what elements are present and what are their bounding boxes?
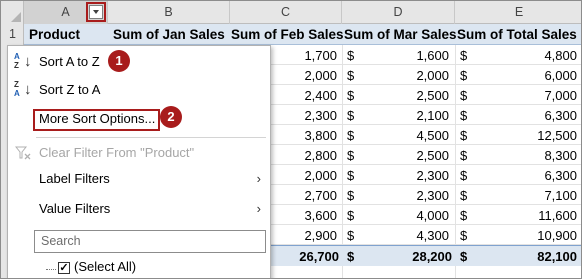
sort-ascending-icon: A Z ↓ (14, 52, 32, 70)
select-all-checkbox[interactable]: ✓ (58, 262, 70, 274)
total-sales-cell[interactable]: 8,300 (455, 145, 577, 166)
column-header-c[interactable]: C (230, 1, 342, 24)
sort-z-to-a-item[interactable]: Z A ↓ Sort Z to A (8, 77, 270, 103)
mar-sales-cell[interactable]: 1,600 (342, 45, 449, 66)
mar-total[interactable]: 28,200 (354, 246, 456, 267)
label-filters-label: Label Filters (39, 171, 110, 186)
total-sales-cell[interactable]: 11,600 (455, 205, 577, 226)
mar-sales-cell[interactable]: 4,000 (342, 205, 449, 226)
label-filters-item[interactable]: Label Filters › (8, 166, 270, 192)
total-sales-cell[interactable]: 12,500 (455, 125, 577, 146)
tree-connector (46, 269, 56, 270)
pivot-header-row: Product Sum of Jan Sales Sum of Feb Sale… (24, 24, 581, 45)
select-all-row[interactable]: ✓ (Select All) (34, 256, 266, 278)
select-all-label: (Select All) (74, 259, 137, 274)
mar-sales-cell[interactable]: 4,300 (342, 225, 449, 246)
step-badge-1: 1 (108, 50, 130, 72)
total-sales-header[interactable]: Sum of Total Sales (457, 24, 577, 45)
clear-filter-item: Clear Filter From "Product" (8, 140, 270, 166)
total-sales-cell[interactable]: 6,000 (455, 65, 577, 86)
feb-sales-header[interactable]: Sum of Feb Sales (231, 24, 344, 45)
column-header-d[interactable]: D (342, 1, 455, 24)
sort-z-to-a-label: Sort Z to A (39, 82, 101, 97)
sort-a-to-z-item[interactable]: A Z ↓ Sort A to Z (8, 49, 270, 75)
value-filters-item[interactable]: Value Filters › (8, 196, 270, 222)
value-filters-label: Value Filters (39, 201, 111, 216)
filter-dropdown-button[interactable] (89, 5, 103, 19)
product-header[interactable]: Product (29, 24, 80, 45)
row-header-1[interactable]: 1 (1, 24, 24, 45)
column-header-e[interactable]: E (455, 1, 581, 24)
mar-sales-cell[interactable]: 2,100 (342, 105, 449, 126)
total-sales-cell[interactable]: 7,100 (455, 185, 577, 206)
mar-sales-cell[interactable]: 2,500 (342, 85, 449, 106)
total-sales-cell[interactable]: 10,900 (455, 225, 577, 246)
jan-sales-header[interactable]: Sum of Jan Sales (113, 24, 225, 45)
mar-sales-header[interactable]: Sum of Mar Sales (344, 24, 457, 45)
menu-separator (36, 137, 266, 138)
select-all-corner[interactable] (1, 1, 24, 24)
filter-search-input[interactable]: Search (34, 230, 266, 253)
submenu-arrow-icon: › (256, 201, 261, 216)
spreadsheet: A B C D E 1 Product Sum of Jan Sales Sum… (0, 0, 582, 279)
clear-filter-label: Clear Filter From "Product" (39, 145, 195, 160)
total-sales-cell[interactable]: 4,800 (455, 45, 577, 66)
mar-sales-cell[interactable]: 2,300 (342, 185, 449, 206)
clear-filter-icon (15, 146, 31, 160)
total-sales-cell[interactable]: 7,000 (455, 85, 577, 106)
filter-dropdown-menu: A Z ↓ Sort A to Z Z A ↓ Sort Z to A More Sor… (7, 45, 271, 278)
sort-a-to-z-label: Sort A to Z (39, 54, 100, 69)
mar-sales-cell[interactable]: 2,300 (342, 165, 449, 186)
mar-sales-cell[interactable]: 4,500 (342, 125, 449, 146)
search-placeholder: Search (41, 234, 81, 248)
mar-sales-cell[interactable]: 2,000 (342, 65, 449, 86)
grand-total[interactable]: 82,100 (467, 246, 581, 267)
more-sort-options-highlight (33, 109, 160, 131)
sort-descending-icon: Z A ↓ (14, 80, 32, 98)
step-badge-2: 2 (160, 106, 182, 128)
mar-sales-cell[interactable]: 2,500 (342, 145, 449, 166)
total-sales-cell[interactable]: 6,300 (455, 165, 577, 186)
submenu-arrow-icon: › (256, 171, 261, 186)
column-header-b[interactable]: B (108, 1, 230, 24)
total-sales-cell[interactable]: 6,300 (455, 105, 577, 126)
